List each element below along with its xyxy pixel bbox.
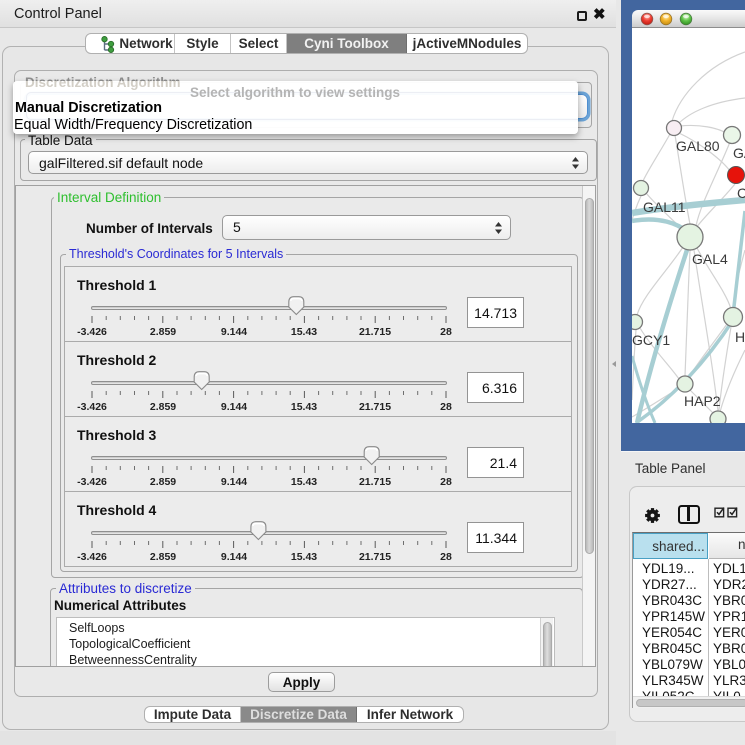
svg-text:C: C	[737, 185, 745, 201]
svg-text:GA: GA	[733, 145, 745, 161]
svg-text:H: H	[735, 329, 745, 345]
svg-text:GAL80: GAL80	[676, 138, 720, 154]
svg-text:GAL11: GAL11	[643, 199, 686, 215]
svg-text:HAP2: HAP2	[684, 393, 721, 409]
svg-text:GCY1: GCY1	[632, 332, 670, 348]
svg-text:GAL4: GAL4	[692, 251, 728, 267]
